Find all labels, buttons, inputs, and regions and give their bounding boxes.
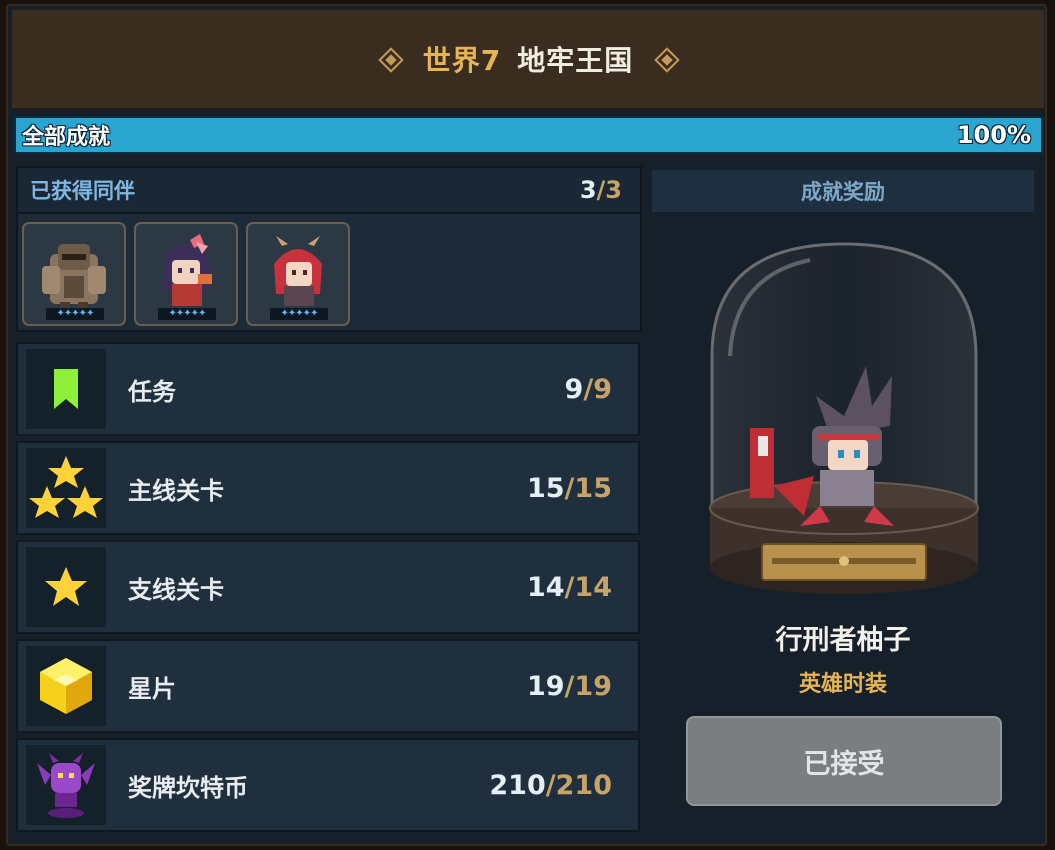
achievement-row-main-stages: 主线关卡 15/15 — [16, 441, 640, 535]
reward-character-type: 英雄时装 — [798, 672, 887, 697]
companion-avatar-horned-girl[interactable]: ✦✦✦✦✦ — [246, 222, 350, 326]
overall-progress-bar: 全部成就 100% — [14, 116, 1043, 154]
progress-label: 全部成就 — [22, 125, 111, 150]
gold-cube-icon — [26, 646, 106, 726]
achievement-count: 19/19 — [526, 670, 612, 702]
achievement-row-medal-coins: 奖牌坎特币 210/210 — [16, 738, 640, 832]
diamond-ornament-icon — [655, 48, 677, 70]
achievement-label: 奖牌坎特币 — [128, 773, 248, 802]
companions-panel: 已获得同伴 3/3 ✦✦✦✦✦ ✦✦✦✦✦ ✦✦✦✦✦ — [16, 166, 642, 332]
reward-character-name: 行刑者柚子 — [775, 625, 911, 656]
achievement-count: 9/9 — [564, 373, 612, 405]
diamond-ornament-icon — [379, 48, 401, 70]
achievement-label: 主线关卡 — [128, 476, 224, 505]
accepted-button[interactable]: 已接受 — [686, 716, 1002, 806]
achievement-count: 210/210 — [489, 769, 612, 801]
companions-header: 已获得同伴 3/3 — [18, 168, 640, 214]
achievement-row-star-pieces: 星片 19/19 — [16, 639, 640, 733]
achievement-label: 星片 — [128, 674, 176, 703]
companion-stars: ✦✦✦✦✦ — [46, 308, 104, 320]
companions-count: 3/3 — [579, 176, 622, 204]
companion-avatar-knight[interactable]: ✦✦✦✦✦ — [22, 222, 126, 326]
companion-stars: ✦✦✦✦✦ — [158, 308, 216, 320]
reward-header: 成就奖励 — [652, 170, 1034, 212]
companion-avatar-ribbon-girl[interactable]: ✦✦✦✦✦ — [134, 222, 238, 326]
bookmark-icon — [26, 349, 106, 429]
three-stars-icon — [26, 448, 106, 528]
companion-stars: ✦✦✦✦✦ — [270, 308, 328, 320]
glass-dome-display — [709, 242, 979, 594]
progress-percent: 100% — [956, 121, 1031, 149]
companions-title: 已获得同伴 — [30, 179, 135, 203]
achievement-count: 15/15 — [526, 472, 612, 504]
achievement-list: 任务 9/9 主线关卡 15/15 支线关卡 14/14 星片 19/19 奖牌… — [16, 342, 640, 837]
world-number: 世界7 — [422, 44, 502, 77]
page-title: 世界7 地牢王国 — [423, 39, 634, 79]
companions-count-current: 3 — [579, 176, 597, 204]
title-bar: 世界7 地牢王国 — [12, 10, 1044, 110]
companions-count-total: 3 — [605, 176, 622, 204]
purple-gargoyle-icon — [26, 745, 106, 825]
world-name: 地牢王国 — [517, 44, 634, 77]
star-icon — [26, 547, 106, 627]
achievement-row-quests: 任务 9/9 — [16, 342, 640, 436]
achievement-label: 支线关卡 — [128, 575, 224, 604]
achievement-row-side-stages: 支线关卡 14/14 — [16, 540, 640, 634]
achievement-count: 14/14 — [526, 571, 612, 603]
achievement-label: 任务 — [128, 377, 176, 406]
